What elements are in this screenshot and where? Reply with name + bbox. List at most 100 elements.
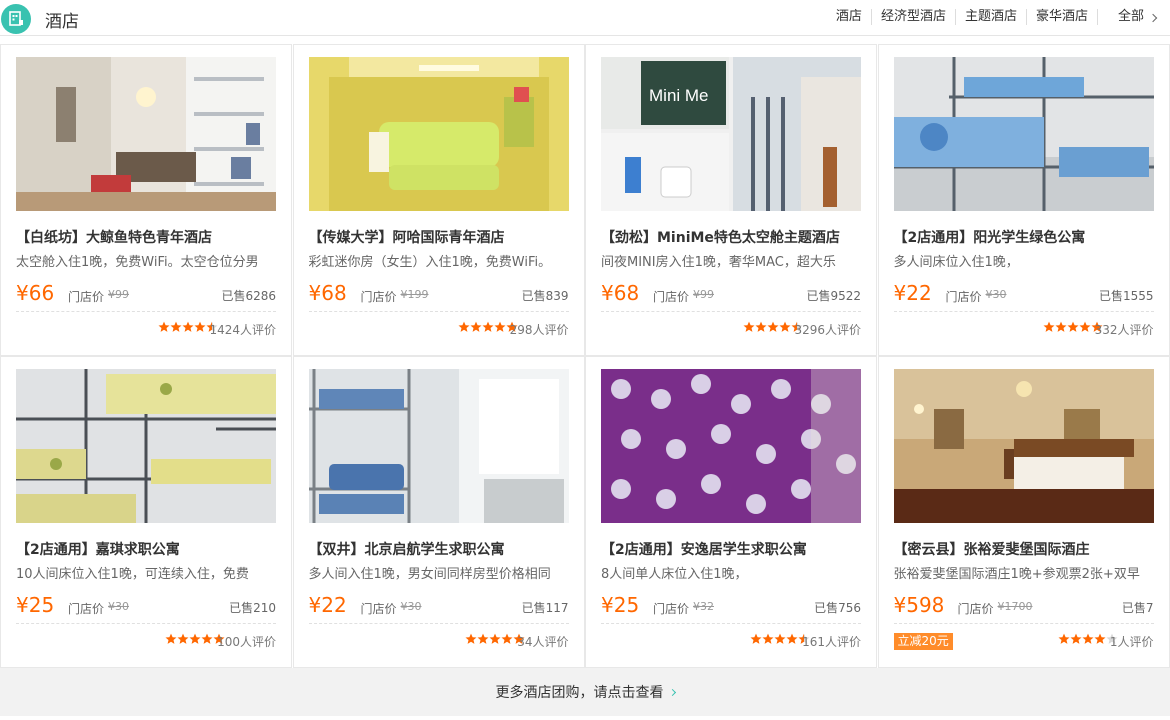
deal-price: ¥22	[308, 593, 347, 617]
nav-item-economy-hotel[interactable]: 经济型酒店	[872, 9, 956, 25]
review-count[interactable]: 100人评价	[217, 633, 276, 650]
star-icon	[470, 321, 481, 332]
deal-card[interactable]: 【密云县】张裕爱斐堡国际酒庄 张裕爱斐堡国际酒庄1晚+参观票2张+双早 ¥598…	[877, 356, 1170, 668]
star-icon	[1082, 633, 1093, 644]
deal-description: 彩虹迷你房（女生）入住1晚，免费WiFi。	[308, 255, 552, 270]
deal-card[interactable]: 【双井】北京启航学生求职公寓 多人间入住1晚，男女间同样房型价格相同 ¥22 门…	[292, 356, 585, 668]
nav-item-all[interactable]: 全部	[1098, 9, 1158, 25]
deal-photo[interactable]	[16, 57, 276, 211]
star-icon	[165, 633, 177, 644]
store-price-label: 门店价	[653, 602, 690, 616]
deal-card[interactable]: 【2店通用】安逸居学生求职公寓 8人间单人床位入住1晚， ¥25 门店价 ¥32…	[585, 356, 877, 668]
deal-card[interactable]: 【白纸坊】大鲸鱼特色青年酒店 太空舱入住1晚，免费WiFi。太空仓位分男 ¥66…	[0, 44, 292, 356]
star-icon	[489, 633, 501, 644]
review-count[interactable]: 332人评价	[1095, 321, 1154, 338]
deal-title[interactable]: 【密云县】张裕爱斐堡国际酒庄	[894, 539, 1156, 559]
deal-description: 10人间床位入住1晚，可连续入住，免费	[16, 567, 249, 582]
review-count[interactable]: 1人评价	[1110, 633, 1154, 650]
deal-title[interactable]: 【双井】北京启航学生求职公寓	[309, 539, 571, 559]
chevron-right-icon	[1148, 13, 1158, 22]
deal-title[interactable]: 【劲松】MiniMe特色太空舱主题酒店	[601, 227, 863, 247]
deal-title[interactable]: 【2店通用】阳光学生绿色公寓	[894, 227, 1156, 247]
deal-title[interactable]: 【传媒大学】阿哈国际青年酒店	[309, 227, 571, 247]
card-divider	[16, 311, 276, 312]
star-icon	[458, 321, 469, 332]
sold-count: 已售210	[229, 601, 276, 615]
star-icon	[1058, 633, 1069, 644]
deal-photo[interactable]	[601, 369, 861, 523]
deal-card[interactable]: 【2店通用】阳光学生绿色公寓 多人间床位入住1晚， ¥22 门店价 ¥30 已售…	[877, 44, 1170, 356]
card-divider	[16, 623, 276, 624]
deal-description: 间夜MINI房入住1晚，奢华MAC，超大乐	[601, 255, 836, 270]
star-icon	[494, 321, 505, 332]
deal-description: 8人间单人床位入住1晚，	[601, 567, 748, 582]
star-icon	[743, 321, 754, 332]
deal-title[interactable]: 【2店通用】安逸居学生求职公寓	[601, 539, 863, 559]
more-hotels-link[interactable]: 更多酒店团购，请点击查看	[0, 668, 1170, 716]
rating-stars	[1058, 633, 1118, 645]
star-icon	[779, 321, 790, 332]
more-hotels-label: 更多酒店团购，请点击查看	[495, 685, 664, 701]
deal-card[interactable]: 【传媒大学】阿哈国际青年酒店 彩虹迷你房（女生）入住1晚，免费WiFi。 ¥68…	[292, 44, 585, 356]
store-price: ¥30	[985, 288, 1007, 301]
deal-photo[interactable]	[308, 57, 569, 211]
store-price: ¥30	[108, 600, 129, 613]
store-price: ¥199	[400, 288, 429, 301]
review-count[interactable]: 161人评价	[802, 633, 861, 650]
deal-grid: 【白纸坊】大鲸鱼特色青年酒店 太空舱入住1晚，免费WiFi。太空仓位分男 ¥66…	[0, 44, 1170, 668]
star-icon	[750, 633, 762, 644]
review-count[interactable]: 298人评价	[510, 321, 569, 338]
deal-photo[interactable]	[16, 369, 276, 523]
discount-badge: 立减20元	[893, 633, 953, 650]
sold-count: 已售1555	[1098, 289, 1154, 303]
nav-item-theme-hotel[interactable]: 主题酒店	[956, 9, 1027, 25]
deal-card[interactable]: Mini Me 【劲松】MiniMe特色太空舱主题酒店 间夜MINI房入住1晚，…	[585, 44, 877, 356]
rating-stars	[458, 321, 518, 333]
sold-count: 已售9522	[806, 289, 861, 303]
deal-title[interactable]: 【2店通用】嘉琪求职公寓	[16, 539, 278, 559]
category-nav: 酒店 经济型酒店 主题酒店 豪华酒店 全部	[827, 9, 1158, 25]
deal-photo[interactable]: Mini Me	[601, 57, 861, 211]
store-price: ¥99	[693, 288, 714, 301]
nav-item-luxury-hotel[interactable]: 豪华酒店	[1027, 9, 1098, 25]
nav-item-hotel[interactable]: 酒店	[827, 9, 872, 25]
card-divider	[308, 311, 569, 312]
deal-title[interactable]: 【白纸坊】大鲸鱼特色青年酒店	[16, 227, 278, 247]
deal-photo[interactable]	[893, 369, 1154, 523]
page-title: 酒店	[45, 12, 79, 32]
deal-description: 多人间床位入住1晚，	[893, 255, 1019, 270]
sold-count: 已售839	[521, 289, 569, 303]
deal-description: 多人间入住1晚，男女间同样房型价格相同	[308, 567, 551, 582]
star-icon	[767, 321, 778, 332]
star-icon	[177, 633, 189, 644]
star-icon	[477, 633, 489, 644]
store-price: ¥1700	[997, 600, 1033, 613]
sold-count: 已售756	[814, 601, 861, 615]
star-icon	[482, 321, 493, 332]
star-icon	[170, 321, 181, 332]
minime-sign-text: Mini Me	[649, 86, 709, 105]
deal-card[interactable]: 【2店通用】嘉琪求职公寓 10人间床位入住1晚，可连续入住，免费 ¥25 门店价…	[0, 356, 292, 668]
review-count[interactable]: 34人评价	[517, 633, 568, 650]
rating-stars	[750, 633, 810, 645]
header-bar: 酒店 酒店 经济型酒店 主题酒店 豪华酒店 全部	[0, 0, 1170, 36]
deal-description: 张裕爱斐堡国际酒庄1晚+参观票2张+双早	[893, 567, 1140, 582]
star-icon	[465, 633, 477, 644]
deal-price: ¥25	[16, 593, 55, 617]
deal-price: ¥68	[308, 281, 347, 305]
deal-price: ¥22	[893, 281, 932, 305]
nav-all-label: 全部	[1117, 9, 1144, 24]
star-icon	[1079, 321, 1090, 332]
deal-description: 太空舱入住1晚，免费WiFi。太空仓位分男	[16, 255, 259, 270]
sold-count: 已售117	[521, 601, 569, 615]
review-count[interactable]: 3296人评价	[794, 321, 861, 338]
review-count[interactable]: 1424人评价	[209, 321, 276, 338]
store-price-label: 门店价	[957, 602, 994, 616]
deal-photo[interactable]	[893, 57, 1154, 211]
card-divider	[601, 311, 861, 312]
store-price: ¥99	[108, 288, 129, 301]
deal-price: ¥68	[601, 281, 640, 305]
chevron-right-icon	[668, 688, 676, 697]
star-icon	[194, 321, 205, 332]
deal-photo[interactable]	[308, 369, 569, 523]
